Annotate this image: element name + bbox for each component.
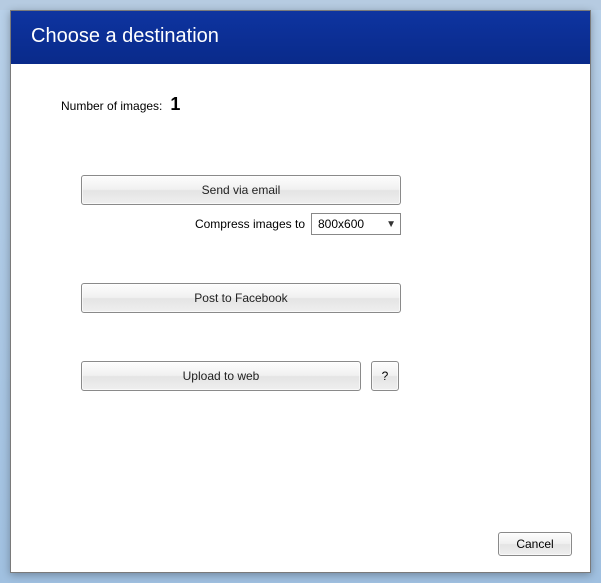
image-count-label: Number of images: (61, 99, 162, 113)
compress-row: Compress images to 800x600 ▼ (81, 213, 401, 235)
compress-size-value: 800x600 (318, 217, 364, 231)
window-titlebar (0, 0, 601, 10)
dialog-header: Choose a destination (11, 11, 590, 64)
image-count-value: 1 (170, 94, 180, 115)
compress-size-dropdown[interactable]: 800x600 ▼ (311, 213, 401, 235)
upload-row: Upload to web ? (81, 361, 401, 391)
destination-dialog: Choose a destination Number of images: 1… (10, 10, 591, 573)
upload-web-button[interactable]: Upload to web (81, 361, 361, 391)
dialog-body: Number of images: 1 Send via email Compr… (11, 64, 590, 520)
window-frame: Choose a destination Number of images: 1… (0, 0, 601, 583)
send-email-button[interactable]: Send via email (81, 175, 401, 205)
help-button[interactable]: ? (371, 361, 399, 391)
action-section: Send via email Compress images to 800x60… (81, 175, 401, 391)
dialog-footer: Cancel (11, 520, 590, 572)
compress-label: Compress images to (195, 217, 305, 231)
image-count-row: Number of images: 1 (61, 94, 570, 115)
dialog-title: Choose a destination (31, 25, 219, 47)
chevron-down-icon: ▼ (386, 219, 396, 230)
post-facebook-button[interactable]: Post to Facebook (81, 283, 401, 313)
cancel-button[interactable]: Cancel (498, 532, 572, 556)
